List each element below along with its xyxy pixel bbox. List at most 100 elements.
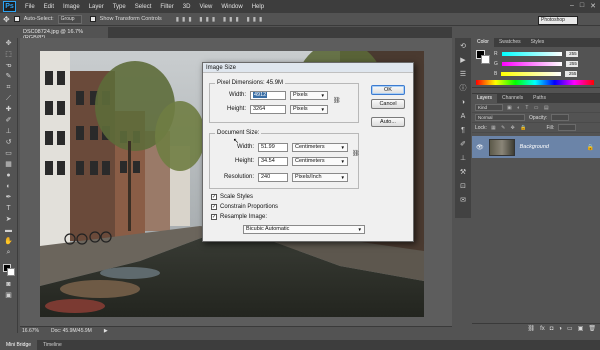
constrain-checkbox[interactable]: ✓ xyxy=(211,204,217,210)
layer-name[interactable]: Background xyxy=(520,144,549,150)
eyedropper-icon[interactable]: ⟋ xyxy=(4,94,14,104)
resolution-input[interactable]: 240 xyxy=(258,173,288,182)
bg-color-swatch[interactable] xyxy=(481,55,490,64)
fx-icon[interactable]: fx xyxy=(540,326,545,332)
trash-icon[interactable]: 🗑 xyxy=(588,325,596,332)
resolution-unit[interactable]: Pixels/Inch ▼ xyxy=(292,173,348,182)
constrain-row[interactable]: ✓ Constrain Proportions xyxy=(211,204,278,210)
blue-slider[interactable] xyxy=(501,72,562,76)
tool-presets-icon[interactable]: ⚒ xyxy=(458,168,468,178)
healing-icon[interactable]: ✚ xyxy=(4,105,14,115)
quick-select-icon[interactable]: ✎ xyxy=(4,72,14,82)
lasso-icon[interactable]: ᓀ xyxy=(4,61,14,71)
document-tab[interactable]: DSC08724.jpg @ 16.7% (RGB/8*) xyxy=(20,27,108,41)
zoom-level[interactable]: 16.67% xyxy=(22,328,39,334)
menu-help[interactable]: Help xyxy=(252,4,264,10)
brush-presets-icon[interactable]: ✐ xyxy=(458,140,468,150)
doc-width-input[interactable]: 51.99 xyxy=(258,143,288,152)
transform-controls-checkbox[interactable] xyxy=(89,16,96,22)
auto-select-dropdown[interactable]: Group xyxy=(57,14,82,24)
tab-styles[interactable]: Styles xyxy=(526,38,550,47)
green-slider[interactable] xyxy=(501,62,562,66)
tab-mini-bridge[interactable]: Mini Bridge xyxy=(0,340,38,350)
crop-icon[interactable]: ⌗ xyxy=(4,83,14,93)
tab-channels[interactable]: Channels xyxy=(497,94,528,103)
properties-icon[interactable]: ☰ xyxy=(458,70,468,80)
layer-kind-filter[interactable]: Kind xyxy=(475,104,503,111)
hand-icon[interactable]: ✋ xyxy=(4,237,14,247)
paragraph-icon[interactable]: ¶ xyxy=(458,126,468,136)
scale-styles-checkbox[interactable]: ✓ xyxy=(211,194,217,200)
resample-checkbox[interactable]: ✓ xyxy=(211,214,217,220)
menu-select[interactable]: Select xyxy=(135,4,152,10)
blur-icon[interactable]: ● xyxy=(4,171,14,181)
doc-width-unit[interactable]: Centimeters ▼ xyxy=(292,143,348,152)
dodge-icon[interactable]: ◐ xyxy=(4,182,14,192)
marquee-icon[interactable]: ⬚ xyxy=(4,50,14,60)
doc-height-unit[interactable]: Centimeters ▼ xyxy=(292,157,348,166)
history-icon[interactable]: ⟲ xyxy=(458,42,468,52)
gradient-icon[interactable]: ▦ xyxy=(4,160,14,170)
notes-icon[interactable]: ✉ xyxy=(458,196,468,206)
screen-mode-icon[interactable]: ▣ xyxy=(4,291,14,301)
group-icon[interactable]: ▭ xyxy=(567,325,573,332)
shape-icon[interactable]: ▬ xyxy=(4,226,14,236)
move-icon[interactable]: ✥ xyxy=(4,39,14,49)
green-value[interactable]: 255 xyxy=(565,61,578,67)
red-slider[interactable] xyxy=(501,52,562,56)
auto-button[interactable]: Auto... xyxy=(371,117,405,127)
clone-source-icon[interactable]: ⊥ xyxy=(458,154,468,164)
menu-edit[interactable]: Edit xyxy=(44,4,54,10)
tab-color[interactable]: Color xyxy=(472,38,494,47)
doc-height-input[interactable]: 34.54 xyxy=(258,157,288,166)
blend-mode-dropdown[interactable]: Normal xyxy=(475,114,525,121)
px-height-input[interactable]: 3264 xyxy=(250,105,286,114)
link-layers-icon[interactable]: ⛓ xyxy=(527,325,535,332)
visibility-eye-icon[interactable]: 👁 xyxy=(476,144,484,151)
close-icon[interactable]: ✕ xyxy=(590,2,596,10)
minimize-icon[interactable]: – xyxy=(570,2,574,10)
brush-icon[interactable]: ✐ xyxy=(4,116,14,126)
filter-icons[interactable]: ▣ ◐ T ▭ ▤ xyxy=(507,105,551,111)
actions-icon[interactable]: ▶ xyxy=(458,56,468,66)
scale-styles-row[interactable]: ✓ Scale Styles xyxy=(211,194,253,200)
mask-icon[interactable]: ◘ xyxy=(550,326,554,332)
align-icons[interactable]: ▮▮▮ ▮▮▮ ▮▮▮ ▮▮▮ xyxy=(176,16,266,23)
tab-timeline[interactable]: Timeline xyxy=(37,342,68,348)
ok-button[interactable]: OK xyxy=(371,85,405,95)
workspace-dropdown[interactable]: Photoshop xyxy=(538,16,578,25)
history-brush-icon[interactable]: ↺ xyxy=(4,138,14,148)
navigator-icon[interactable]: ⊡ xyxy=(458,182,468,192)
opacity-input[interactable] xyxy=(551,114,570,121)
adjustment-layer-icon[interactable]: ◑ xyxy=(558,326,562,332)
maximize-icon[interactable]: □ xyxy=(580,2,584,10)
dialog-title[interactable]: Image Size xyxy=(203,63,413,73)
menu-3d[interactable]: 3D xyxy=(183,4,191,10)
tab-swatches[interactable]: Swatches xyxy=(494,38,526,47)
px-width-unit[interactable]: Pixels ▼ xyxy=(290,91,328,100)
fill-input[interactable] xyxy=(558,124,577,131)
red-value[interactable]: 255 xyxy=(565,51,578,57)
menu-view[interactable]: View xyxy=(199,4,212,10)
menu-filter[interactable]: Filter xyxy=(160,4,173,10)
px-width-input[interactable]: 4912 xyxy=(250,91,286,100)
menu-image[interactable]: Image xyxy=(63,4,80,10)
pen-icon[interactable]: ✒ xyxy=(4,193,14,203)
color-spectrum[interactable] xyxy=(476,80,594,85)
new-layer-icon[interactable]: ▣ xyxy=(578,325,584,332)
menu-type[interactable]: Type xyxy=(113,4,126,10)
type-icon[interactable]: T xyxy=(4,204,14,214)
zoom-icon[interactable]: ⌕ xyxy=(4,248,14,258)
resample-method-dropdown[interactable]: Bicubic Automatic ▼ xyxy=(243,225,365,234)
stamp-icon[interactable]: ⊥ xyxy=(4,127,14,137)
tab-paths[interactable]: Paths xyxy=(528,94,551,103)
tab-layers[interactable]: Layers xyxy=(472,94,498,103)
resample-row[interactable]: ✓ Resample Image: xyxy=(211,214,267,220)
move-tool-icon[interactable]: ✥ xyxy=(3,15,10,24)
auto-select-checkbox[interactable] xyxy=(13,16,20,22)
adjustments-icon[interactable]: ◑ xyxy=(458,98,468,108)
layer-background[interactable]: 👁 Background 🔒 xyxy=(472,136,600,158)
menu-layer[interactable]: Layer xyxy=(89,4,104,10)
lock-icons[interactable]: ▦ ✎ ✥ 🔒 xyxy=(491,125,529,131)
cancel-button[interactable]: Cancel xyxy=(371,99,405,109)
